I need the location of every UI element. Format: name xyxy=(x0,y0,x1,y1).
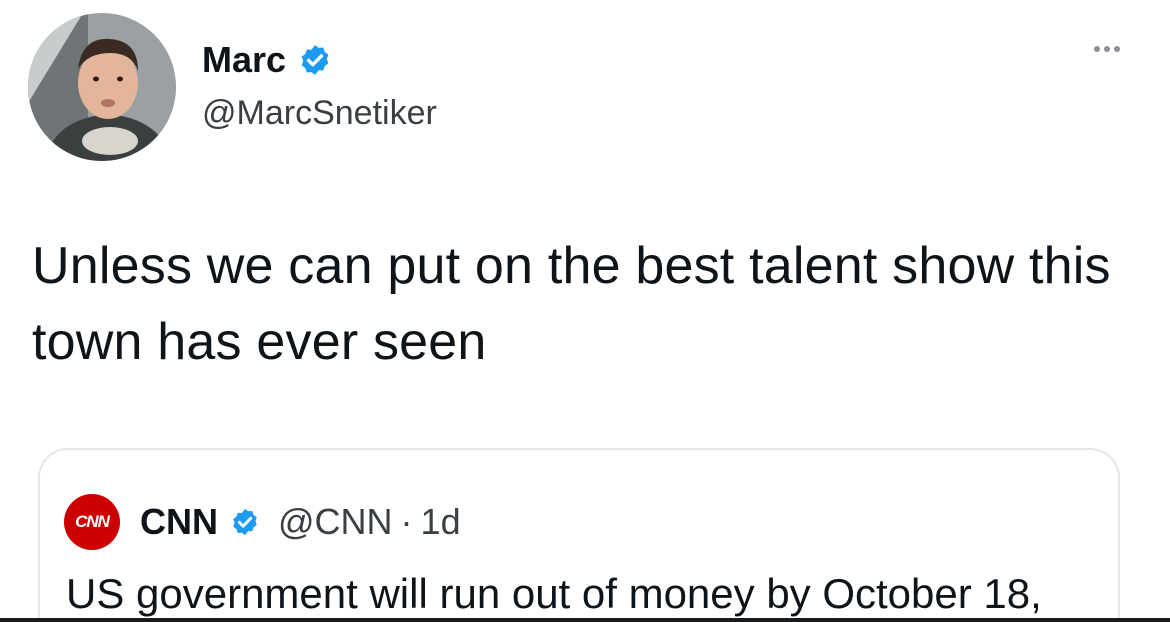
cnn-logo-text: CNN xyxy=(75,512,110,531)
tweet-card: Marc @MarcSnetiker Unless we can put on … xyxy=(0,0,1170,622)
author-name-row: Marc xyxy=(202,38,332,82)
separator-dot: · xyxy=(400,501,413,542)
verified-badge-icon xyxy=(233,508,257,536)
cnn-logo-icon: CNN xyxy=(64,494,120,550)
quoted-tweet-card[interactable]: CNN CNN @CNN · 1d US government will run… xyxy=(38,448,1120,622)
author-handle[interactable]: @MarcSnetiker xyxy=(202,92,437,134)
author-avatar[interactable] xyxy=(28,13,176,161)
quoted-author-handle[interactable]: @CNN xyxy=(278,501,393,543)
quoted-tweet-header: CNN CNN @CNN · 1d xyxy=(64,494,461,550)
verified-badge-icon xyxy=(301,45,329,75)
quoted-author-name[interactable]: CNN xyxy=(140,501,218,543)
quoted-tweet-text: US government will run out of money by O… xyxy=(66,570,1042,617)
more-options-icon[interactable] xyxy=(1094,46,1120,52)
tweet-text: Unless we can put on the best talent sho… xyxy=(32,237,1111,371)
avatar-photo xyxy=(28,13,176,161)
author-name[interactable]: Marc xyxy=(202,38,286,82)
bottom-divider xyxy=(0,618,1170,622)
quoted-timestamp[interactable]: 1d xyxy=(421,501,461,543)
